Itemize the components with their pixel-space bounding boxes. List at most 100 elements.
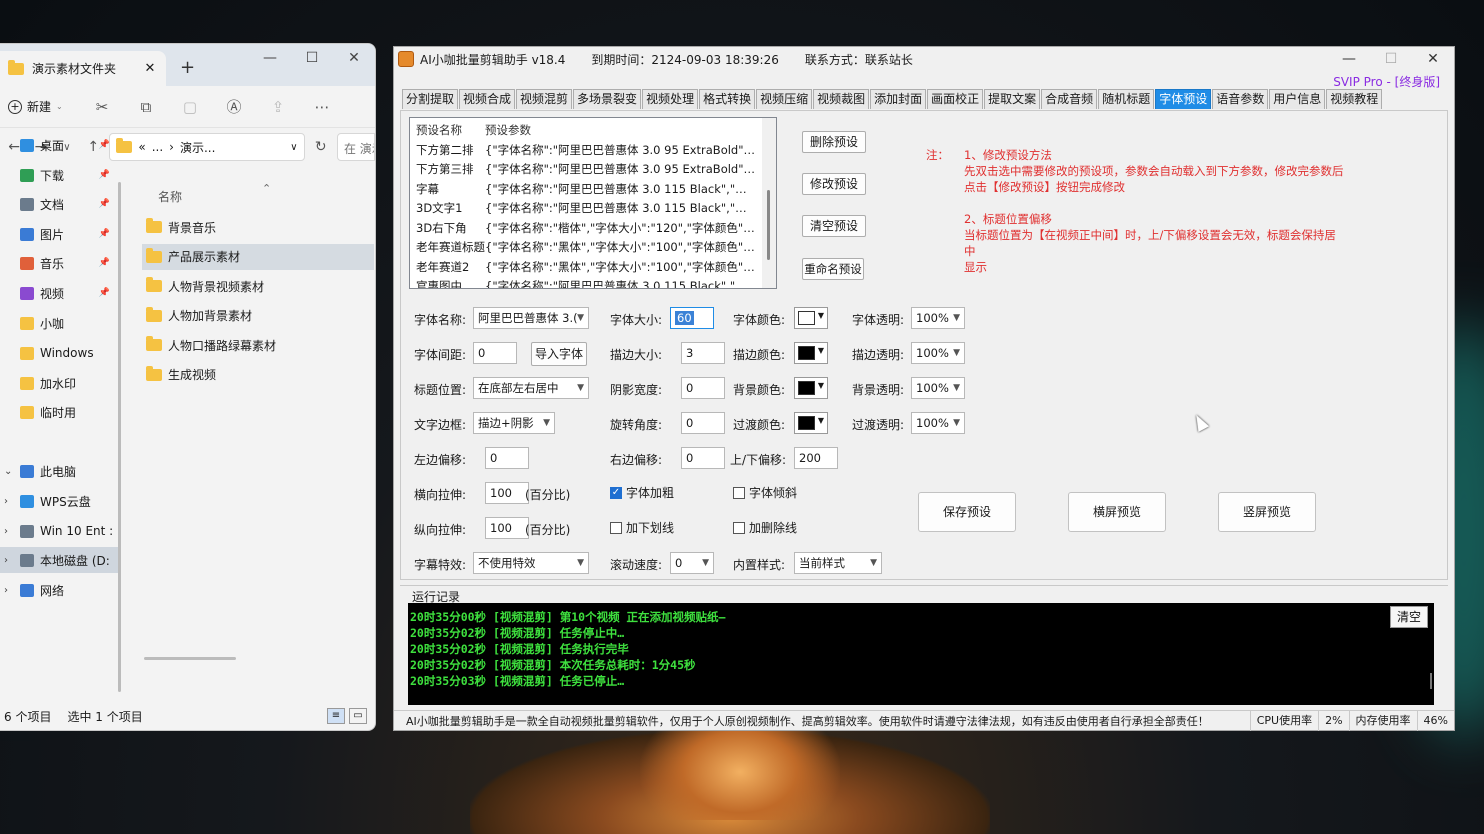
import-font-button[interactable]: 导入字体 [531, 342, 587, 366]
expand-chevron-icon[interactable]: ⌄ [4, 466, 12, 477]
nav-item[interactable]: 下载 📌 [0, 162, 120, 188]
horizontal-scrollbar[interactable] [144, 657, 236, 660]
tab-10[interactable]: 提取文案 [984, 89, 1041, 109]
nav-scrollbar[interactable] [118, 182, 121, 692]
tab-2[interactable]: 视频混剪 [516, 89, 573, 109]
tab-9[interactable]: 画面校正 [927, 89, 984, 109]
italic-checkbox[interactable]: 字体倾斜 [733, 484, 797, 501]
log-scrollbar[interactable] [1430, 673, 1432, 689]
share-icon[interactable]: ⇪ [256, 98, 300, 116]
preset-row[interactable]: 3D文字1 {"字体名称":"阿里巴巴普惠体 3.0 115 Black","字体… [410, 199, 762, 219]
preset-row[interactable]: 官惠图中 {"字体名称":"阿里巴巴普惠体 3.0 115 Black","字体.… [410, 277, 762, 288]
expand-chevron-icon[interactable]: › [4, 526, 8, 537]
clear-log-button[interactable]: 清空 [1390, 606, 1428, 628]
modify-preset-button[interactable]: 修改预设 [802, 173, 866, 195]
clear-preset-button[interactable]: 清空预设 [802, 215, 866, 237]
cut-icon[interactable]: ✂ [80, 98, 124, 116]
more-icon[interactable]: ⋯ [300, 98, 344, 116]
file-list-item[interactable]: 人物背景视频素材 [142, 273, 374, 299]
nav-item[interactable]: 桌面 📌 [0, 132, 120, 158]
nav-item[interactable]: Windows [0, 340, 120, 366]
transition-color-picker[interactable]: ▼ [794, 412, 828, 434]
delete-preset-button[interactable]: 删除预设 [802, 131, 866, 153]
tab-16[interactable]: 视频教程 [1326, 89, 1383, 109]
nav-item[interactable]: 音乐 📌 [0, 250, 120, 276]
preset-row[interactable]: 老年赛道标题 {"字体名称":"黑体","字体大小":"100","字体颜色":"… [410, 238, 762, 258]
col-preset-params[interactable]: 预设参数 [485, 122, 762, 138]
v-stretch-input[interactable]: 100 [485, 517, 529, 539]
effect-select[interactable]: 不使用特效 ▼ [473, 552, 589, 574]
nav-item[interactable]: 加水印 [0, 370, 120, 396]
stroke-opacity-select[interactable]: 100% ▼ [911, 342, 965, 364]
tab-14[interactable]: 语音参数 [1212, 89, 1269, 109]
save-preset-button[interactable]: 保存预设 [918, 492, 1016, 532]
nav-item[interactable]: 图片 📌 [0, 221, 120, 247]
portrait-preview-button[interactable]: 竖屏预览 [1218, 492, 1316, 532]
tab-7[interactable]: 视频裁图 [813, 89, 870, 109]
preset-row[interactable]: 下方第三排 {"字体名称":"阿里巴巴普惠体 3.0 95 ExtraBold",… [410, 160, 762, 180]
explorer-tab[interactable]: 演示素材文件夹 ✕ [0, 51, 166, 86]
col-preset-name[interactable]: 预设名称 [410, 122, 485, 138]
expand-chevron-icon[interactable]: › [4, 585, 8, 596]
font-size-input[interactable]: 60 [670, 307, 714, 329]
shadow-width-input[interactable]: 0 [681, 377, 725, 399]
tiles-view-icon[interactable]: ▭ [349, 708, 367, 724]
file-list-item[interactable]: 人物口播路绿幕素材 [142, 332, 374, 358]
spacing-input[interactable]: 0 [473, 342, 517, 364]
details-view-icon[interactable]: ≡ [327, 708, 345, 724]
nav-item[interactable]: › 本地磁盘 (D: [0, 547, 120, 573]
preset-row[interactable]: 字幕 {"字体名称":"阿里巴巴普惠体 3.0 115 Black","字体... [410, 179, 762, 199]
bold-checkbox[interactable]: ✓ 字体加粗 [610, 484, 674, 501]
paste-icon[interactable]: ▢ [168, 98, 212, 116]
file-list-item[interactable]: 人物加背景素材 [142, 303, 374, 329]
text-border-select[interactable]: 描边+阴影 ▼ [473, 412, 555, 434]
file-list-item[interactable]: 产品展示素材 [142, 243, 374, 270]
landscape-preview-button[interactable]: 横屏预览 [1068, 492, 1166, 532]
strikethrough-checkbox[interactable]: 加删除线 [733, 519, 797, 536]
nav-item[interactable]: 临时用 [0, 399, 120, 425]
tab-5[interactable]: 格式转换 [699, 89, 756, 109]
tab-6[interactable]: 视频压缩 [756, 89, 813, 109]
tab-12[interactable]: 随机标题 [1098, 89, 1155, 109]
tab-0[interactable]: 分割提取 [402, 89, 459, 109]
stroke-size-input[interactable]: 3 [681, 342, 725, 364]
column-header-name[interactable]: 名称 [158, 188, 182, 205]
tab-4[interactable]: 视频处理 [642, 89, 699, 109]
underline-checkbox[interactable]: 加下划线 [610, 519, 674, 536]
nav-item[interactable]: › WPS云盘 [0, 488, 120, 514]
copy-icon[interactable]: ⧉ [124, 98, 168, 116]
tab-11[interactable]: 合成音频 [1041, 89, 1098, 109]
file-list-item[interactable]: 生成视频 [142, 362, 374, 388]
tab-1[interactable]: 视频合成 [459, 89, 516, 109]
refresh-icon[interactable]: ↻ [311, 139, 331, 155]
tab-3[interactable]: 多场景裂变 [573, 89, 642, 109]
chevron-down-icon[interactable]: ∨ [290, 142, 297, 153]
transition-opacity-select[interactable]: 100% ▼ [911, 412, 965, 434]
font-name-select[interactable]: 阿里巴巴普惠体 3.(▼ [473, 307, 589, 329]
expand-chevron-icon[interactable]: › [4, 555, 8, 566]
preset-list-scrollbar[interactable] [762, 118, 776, 288]
close-icon[interactable]: ✕ [1412, 47, 1454, 71]
address-bar[interactable]: « ... › 演示... ∨ [109, 133, 305, 161]
preset-row[interactable]: 老年赛道2 {"字体名称":"黑体","字体大小":"100","字体颜色":"2… [410, 257, 762, 277]
preset-list[interactable]: 预设名称 预设参数 下方第二排 {"字体名称":"阿里巴巴普惠体 3.0 95 E… [409, 117, 777, 289]
rotation-input[interactable]: 0 [681, 412, 725, 434]
preset-row[interactable]: 下方第二排 {"字体名称":"阿里巴巴普惠体 3.0 95 ExtraBold",… [410, 140, 762, 160]
font-opacity-select[interactable]: 100% ▼ [911, 307, 965, 329]
run-log[interactable]: 20时35分00秒 [视频混剪] 第10个视频 正在添加视频贴纸— 20时35分0… [408, 603, 1434, 705]
vertical-offset-input[interactable]: 200 [794, 447, 838, 469]
tab-8[interactable]: 添加封面 [870, 89, 927, 109]
minimize-icon[interactable]: — [1328, 47, 1370, 71]
new-button[interactable]: + 新建 ⌄ [8, 98, 80, 115]
expand-chevron-icon[interactable]: › [4, 496, 8, 507]
builtin-style-select[interactable]: 当前样式 ▼ [794, 552, 882, 574]
tab-13[interactable]: 字体预设 [1155, 89, 1212, 109]
close-tab-icon[interactable]: ✕ [142, 61, 158, 76]
bg-color-picker[interactable]: ▼ [794, 377, 828, 399]
nav-item[interactable]: 视频 📌 [0, 280, 120, 306]
rename-preset-button[interactable]: 重命名预设 [802, 258, 864, 280]
bg-opacity-select[interactable]: 100% ▼ [911, 377, 965, 399]
maximize-icon[interactable]: ☐ [291, 44, 333, 76]
nav-item[interactable]: › 网络 [0, 577, 120, 603]
nav-item[interactable]: 小咖 [0, 310, 120, 336]
